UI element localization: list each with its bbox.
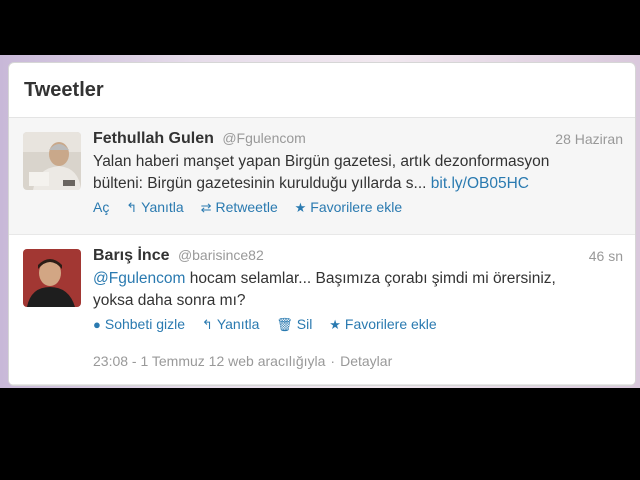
reply-icon: ↰: [201, 317, 213, 332]
tweet-text-line: yoksa daha sonra mı?: [93, 292, 246, 309]
delete-label: Sil: [296, 316, 313, 332]
author-name[interactable]: Barış İnce: [93, 247, 169, 264]
panel-title: Tweetler: [9, 63, 635, 118]
tweet-text-line: bülteni: Birgün gazetesinin kurulduğu yı…: [93, 173, 623, 195]
details-link[interactable]: Detaylar: [340, 353, 392, 369]
author-handle[interactable]: @barisince82: [178, 247, 264, 263]
tweet-text-fragment: bülteni: Birgün gazetesinin kurulduğu yı…: [93, 175, 427, 192]
hide-label: Sohbeti gizle: [104, 316, 186, 332]
tweet-meta: 23:08 - 1 Temmuz 12 web aracılığıyla · Det…: [93, 353, 623, 369]
expand-button[interactable]: Aç: [93, 199, 109, 215]
speech-bubble-icon: ●: [93, 317, 101, 332]
tweet-item[interactable]: Fethullah Gulen @Fgulencom 28 Haziran Ya…: [9, 118, 635, 235]
favorite-button[interactable]: ★ Favorilere ekle: [329, 316, 436, 333]
reply-label: Yanıtla: [216, 316, 260, 332]
avatar[interactable]: [23, 132, 81, 190]
tweet-text-line: @Fgulencom hocam selamlar... Başımıza ço…: [93, 268, 623, 290]
tweet-time[interactable]: 28 Haziran: [555, 131, 623, 147]
tweet-link[interactable]: bit.ly/OB05HC: [431, 175, 529, 192]
favorite-button[interactable]: ★ Favorilere ekle: [295, 199, 402, 216]
reply-icon: ↰: [126, 200, 138, 215]
reply-button[interactable]: ↰ Yanıtla: [126, 199, 183, 216]
expand-label: Aç: [93, 199, 110, 215]
tweet-time[interactable]: 46 sn: [589, 248, 623, 264]
avatar[interactable]: [23, 249, 81, 307]
tweet-item[interactable]: Barış İnce @barisince82 46 sn @Fgulencom…: [9, 235, 635, 385]
author-name[interactable]: Fethullah Gulen: [93, 130, 214, 147]
tweet-actions: ● Sohbeti gizle ↰ Yanıtla 🗑 Sil ★ Favorilere…: [93, 316, 623, 334]
tweet-text-fragment: hocam selamlar... Başımıza çorabı şimdi …: [189, 270, 556, 287]
mention-link[interactable]: @Fgulencom: [93, 270, 185, 287]
reply-button[interactable]: ↰ Yanıtla: [202, 316, 259, 333]
retweet-label: Retweetle: [215, 199, 278, 215]
star-icon: ★: [329, 317, 341, 332]
favorite-label: Favorilere ekle: [310, 199, 403, 215]
favorite-label: Favorilere ekle: [344, 316, 437, 332]
tweets-panel: Tweetler Fethullah Gulen @Fgulencom 28 H…: [8, 62, 636, 386]
hide-conversation-button[interactable]: ● Sohbeti gizle: [93, 316, 185, 332]
tweet-text-line: Yalan haberi manşet yapan Birgün gazetes…: [93, 153, 550, 170]
tweet-actions: Aç ↰ Yanıtla ⇄ Retweetle ★ Favorilere ekle: [93, 199, 623, 217]
star-icon: ★: [294, 200, 307, 215]
reply-label: Yanıtla: [141, 199, 184, 215]
delete-button[interactable]: 🗑 Sil: [276, 316, 312, 333]
tweet-timestamp: 23:08 - 1 Temmuz 12 web aracılığıyla: [93, 353, 326, 369]
meta-separator: ·: [330, 353, 336, 369]
author-handle[interactable]: @Fgulencom: [222, 130, 305, 146]
tweet-text: @Fgulencom hocam selamlar... Başımıza ço…: [93, 268, 623, 312]
retweet-button[interactable]: ⇄ Retweetle: [201, 199, 278, 216]
trash-icon: 🗑: [276, 317, 293, 332]
retweet-icon: ⇄: [200, 200, 212, 215]
tweet-text: Yalan haberi manşet yapan Birgün gazetes…: [93, 151, 623, 195]
